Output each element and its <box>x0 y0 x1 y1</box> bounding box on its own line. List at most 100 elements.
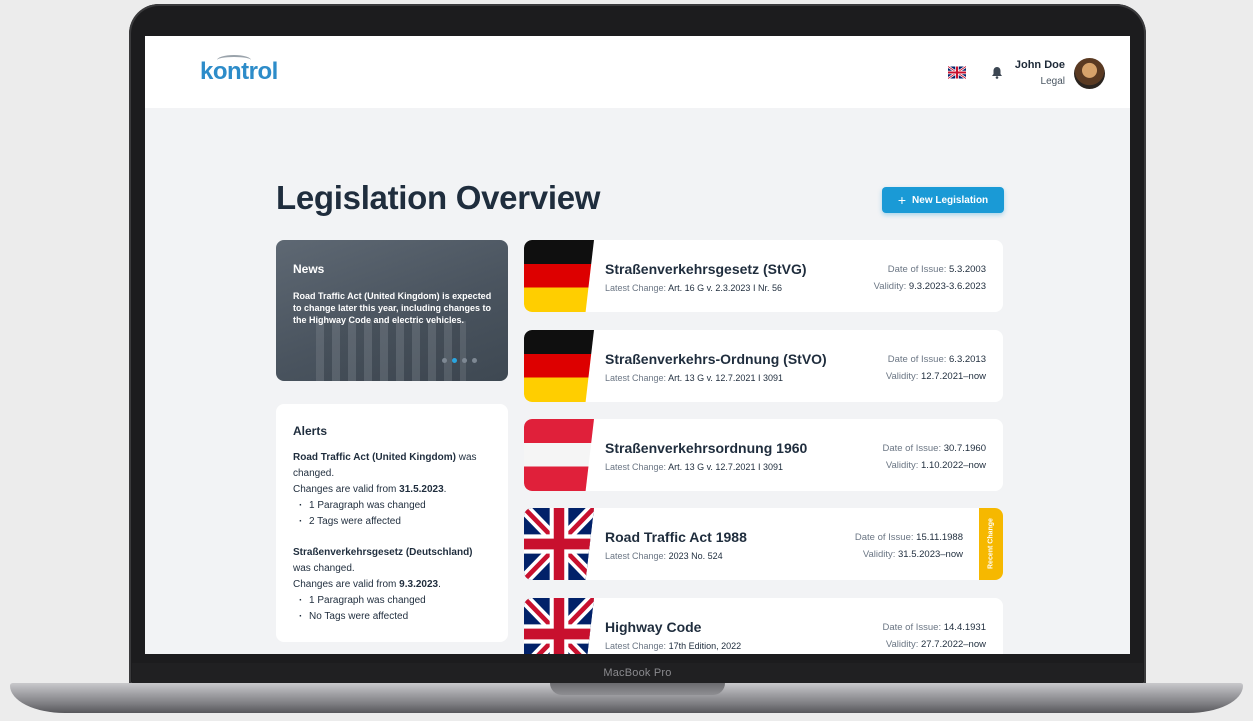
date-of-issue-label: Date of Issue: <box>854 532 914 543</box>
legislation-name[interactable]: Straßenverkehrsordnung 1960 <box>605 440 807 456</box>
new-legislation-button[interactable]: + New Legislation <box>882 187 1004 213</box>
latest-change-label: Latest Change: <box>605 283 667 293</box>
uk-flag-icon[interactable] <box>948 66 966 79</box>
carousel-dots <box>442 358 477 363</box>
uk-flag-icon <box>524 508 594 580</box>
validity-value: 31.5.2023–now <box>898 549 963 560</box>
latest-change: Latest Change: 17th Edition, 2022 <box>605 641 741 651</box>
date-of-issue-value: 15.11.1988 <box>916 532 963 543</box>
date-of-issue-label: Date of Issue: <box>887 354 947 365</box>
logo[interactable]: kontrol <box>200 58 278 86</box>
date-of-issue: Date of Issue: 5.3.2003 <box>888 264 986 275</box>
latest-change-label: Latest Change: <box>605 373 667 383</box>
date-of-issue: Date of Issue: 30.7.1960 <box>882 443 986 454</box>
alert-changed: was changed. <box>293 563 355 574</box>
latest-change-label: Latest Change: <box>605 462 667 472</box>
alert-valid-date: 9.3.2023 <box>399 579 439 590</box>
legislation-name[interactable]: Highway Code <box>605 619 701 635</box>
app-screen: kontrol John Doe Legal Legislation Overv… <box>145 36 1130 654</box>
date-of-issue-label: Date of Issue: <box>882 443 942 454</box>
legislation-name[interactable]: Straßenverkehrs-Ordnung (StVO) <box>605 351 827 367</box>
alerts-title: Alerts <box>293 424 328 438</box>
alert-bullet: 2 Tags were affected <box>293 514 493 530</box>
alert-valid: Changes are valid from 9.3.2023. <box>293 579 441 590</box>
alert-bullet: No Tags were affected <box>293 609 493 625</box>
user-name[interactable]: John Doe <box>1005 59 1065 71</box>
date-of-issue-value: 14.4.1931 <box>943 622 986 633</box>
validity-label: Validity: <box>862 549 896 560</box>
uk-flag-icon <box>524 598 594 654</box>
carousel-dot-active[interactable] <box>452 358 457 363</box>
date-of-issue-value: 6.3.2013 <box>949 354 986 365</box>
alert-item: Straßenverkehrsgesetz (Deutschland) was … <box>293 545 493 625</box>
avatar[interactable] <box>1074 58 1105 89</box>
date-of-issue-value: 5.3.2003 <box>949 264 986 275</box>
validity-label: Validity: <box>873 281 907 292</box>
user-role: Legal <box>1040 76 1065 87</box>
latest-change-value: 2023 No. 524 <box>668 551 723 561</box>
alert-law[interactable]: Straßenverkehrsgesetz (Deutschland) <box>293 547 473 558</box>
carousel-dot[interactable] <box>442 358 447 363</box>
validity-value: 12.7.2021–now <box>921 371 986 382</box>
validity: Validity: 31.5.2023–now <box>863 549 963 560</box>
legislation-card[interactable]: Highway Code Latest Change: 17th Edition,… <box>524 598 1003 654</box>
validity-value: 9.3.2023-3.6.2023 <box>908 281 986 292</box>
validity-value: 27.7.2022–now <box>921 639 986 650</box>
page-title: Legislation Overview <box>276 179 601 216</box>
date-of-issue-label: Date of Issue: <box>887 264 947 275</box>
de-flag-icon <box>524 240 594 312</box>
alert-text: Road Traffic Act (United Kingdom) was ch… <box>293 450 493 482</box>
validity-value: 1.10.2022–now <box>921 460 986 471</box>
alert-item: Road Traffic Act (United Kingdom) was ch… <box>293 450 493 530</box>
latest-change-value: Art. 13 G v. 12.7.2021 I 3091 <box>668 462 783 472</box>
latest-change-value: Art. 16 G v. 2.3.2023 I Nr. 56 <box>668 283 782 293</box>
latest-change: Latest Change: Art. 16 G v. 2.3.2023 I N… <box>605 283 782 293</box>
legislation-card[interactable]: Straßenverkehrsgesetz (StVG) Latest Chang… <box>524 240 1003 312</box>
validity-label: Validity: <box>885 639 919 650</box>
top-bar: kontrol John Doe Legal <box>145 36 1130 108</box>
plus-icon: + <box>897 192 907 208</box>
carousel-dot[interactable] <box>472 358 477 363</box>
date-of-issue-value: 30.7.1960 <box>943 443 986 454</box>
carousel-dot[interactable] <box>462 358 467 363</box>
alert-valid-prefix: Changes are valid from <box>293 484 397 495</box>
de-flag-icon <box>524 330 594 402</box>
legislation-name[interactable]: Straßenverkehrsgesetz (StVG) <box>605 261 807 277</box>
date-of-issue: Date of Issue: 6.3.2013 <box>888 354 986 365</box>
legislation-card[interactable]: Straßenverkehrsordnung 1960 Latest Change… <box>524 419 1003 491</box>
legislation-name[interactable]: Road Traffic Act 1988 <box>605 529 747 545</box>
news-title: News <box>293 262 325 276</box>
date-of-issue: Date of Issue: 15.11.1988 <box>855 532 963 543</box>
alert-bullet: 1 Paragraph was changed <box>293 593 493 609</box>
alert-valid: Changes are valid from 31.5.2023. <box>293 484 447 495</box>
at-flag-icon <box>524 419 594 491</box>
latest-change: Latest Change: 2023 No. 524 <box>605 551 723 561</box>
bell-icon[interactable] <box>991 66 1003 79</box>
alert-bullets: 1 Paragraph was changed 2 Tags were affe… <box>293 498 493 530</box>
latest-change-value: 17th Edition, 2022 <box>668 641 742 651</box>
laptop-notch <box>550 683 725 695</box>
latest-change-label: Latest Change: <box>605 551 667 561</box>
validity: Validity: 27.7.2022–now <box>886 639 986 650</box>
validity-label: Validity: <box>885 371 919 382</box>
device-label: MacBook Pro <box>603 667 672 679</box>
alert-valid-prefix: Changes are valid from <box>293 579 397 590</box>
alert-bullets: 1 Paragraph was changed No Tags were aff… <box>293 593 493 625</box>
alert-law[interactable]: Road Traffic Act (United Kingdom) <box>293 452 456 463</box>
news-background-image <box>316 321 466 381</box>
latest-change: Latest Change: Art. 13 G v. 12.7.2021 I … <box>605 462 783 472</box>
latest-change-label: Latest Change: <box>605 641 667 651</box>
legislation-card[interactable]: Road Traffic Act 1988 Latest Change: 2023… <box>524 508 1003 580</box>
validity: Validity: 9.3.2023-3.6.2023 <box>874 281 986 292</box>
validity: Validity: 1.10.2022–now <box>886 460 986 471</box>
news-text: Road Traffic Act (United Kingdom) is exp… <box>293 291 492 325</box>
legislation-card[interactable]: Straßenverkehrs-Ordnung (StVO) Latest Cha… <box>524 330 1003 402</box>
recent-change-tag: Recent Change <box>979 508 1003 580</box>
alerts-card: Alerts Road Traffic Act (United Kingdom)… <box>276 404 508 642</box>
validity: Validity: 12.7.2021–now <box>886 371 986 382</box>
date-of-issue: Date of Issue: 14.4.1931 <box>882 622 986 633</box>
date-of-issue-label: Date of Issue: <box>882 622 942 633</box>
news-card[interactable]: News Road Traffic Act (United Kingdom) i… <box>276 240 508 381</box>
alert-text: Straßenverkehrsgesetz (Deutschland) was … <box>293 545 493 577</box>
alert-bullet: 1 Paragraph was changed <box>293 498 493 514</box>
